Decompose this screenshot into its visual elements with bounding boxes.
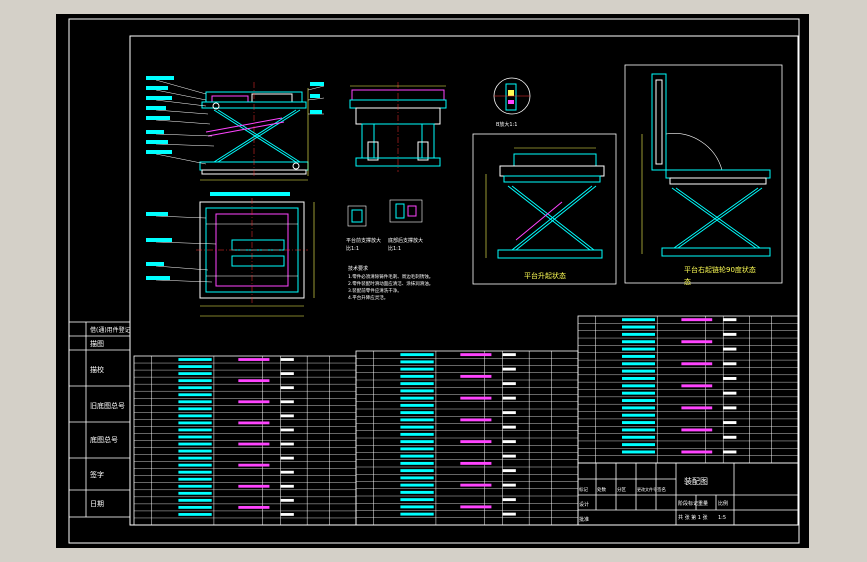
bom-table-3 [577,315,799,464]
note-line: 4.平台升降应灵活。 [348,294,388,301]
support-details [347,199,423,227]
tb-scale-value: 1:5 [718,515,726,521]
side-strip [68,321,131,518]
cad-viewport[interactable]: 借(通)用件登记 描图 描校 旧底图总号 底图总号 签字 日期 B放大1:1 平… [0,0,867,562]
drawing-sheet: 借(通)用件登记 描图 描校 旧底图总号 底图总号 签字 日期 B放大1:1 平… [56,14,809,548]
plan-view-leaders [155,215,217,283]
tb-hdr-doc: 更改文件号 [637,486,657,492]
side-label-1: 描校 [90,365,104,374]
bom-table-1 [133,355,357,526]
tb-sheet: 共 张 第 1 张 [678,514,708,521]
tb-weight: 重量 [698,500,708,507]
side-label-4: 签字 [90,470,104,479]
side-label-2: 旧底图总号 [90,401,125,410]
note-line: 3.装配前零件应清洗干净。 [348,287,402,294]
tb-hdr-sign: 签名 [657,486,666,493]
notes-title: 技术要求 [348,265,368,272]
side-view [349,82,447,172]
bom-table-2 [355,350,579,526]
tb-approve: 批准 [579,516,589,523]
tb-hdr-zone: 分区 [617,486,626,493]
note-line: 2.零件装配时滑动面应清洁、涂抹润滑油。 [348,280,433,287]
opening-view-caption: 平台升起状态 [524,271,566,280]
drawing-name: 装配图 [684,476,708,486]
opening-view [472,133,617,285]
tb-hdr-count: 处数 [597,486,606,493]
side-label-header: 借(通)用件登记 [90,326,131,334]
side-label-5: 日期 [90,500,104,508]
tb-stage: 阶段标记 [678,500,698,507]
cad-drawing: 借(通)用件登记 描图 描校 旧底图总号 底图总号 签字 日期 B放大1:1 平… [68,18,800,544]
side-label-0: 描图 [90,339,104,348]
plan-view [196,198,315,317]
folded-view [624,64,783,284]
front-view-leaders [155,79,325,165]
side-label-3: 底图总号 [90,435,118,444]
note-line: 1.零件必须清除铸件毛刺、周边毛刺锈蚀。 [348,273,433,280]
front-view [199,82,309,181]
tb-hdr-mark: 标记 [579,486,588,493]
folded-view-caption: 平台右起链轮90度状态 [684,265,756,274]
detail-rear-caption: 底部后支撑放大 [388,237,423,244]
detail-b-view [493,77,531,115]
folded-view-caption-2: 态 [684,277,691,286]
detail-front-scale: 比1:1 [346,245,359,252]
detail-front-caption: 平台前支撑放大 [346,237,381,244]
tb-design: 设计 [579,501,589,508]
front-view-tags [146,76,324,154]
side-strip-labels: 借(通)用件登记 描图 描校 旧底图总号 底图总号 签字 日期 [90,326,131,508]
detail-b-caption: B放大1:1 [496,121,517,128]
detail-rear-scale: 比1:1 [388,245,401,252]
bom-tables [133,315,799,526]
tb-scale: 比例 [718,500,728,507]
